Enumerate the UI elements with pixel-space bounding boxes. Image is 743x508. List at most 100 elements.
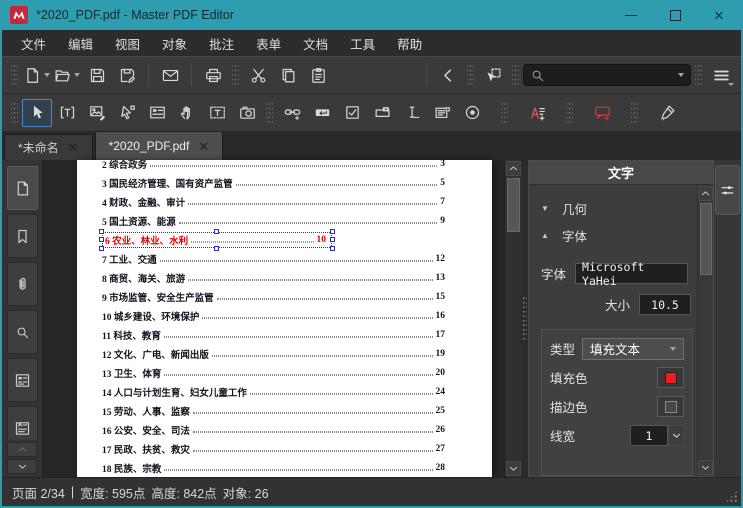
document-tab-1[interactable]: *2020_PDF.pdf ✕ (94, 131, 224, 160)
section-geometry[interactable]: ▼ 几何 (541, 195, 691, 222)
type-dropdown[interactable]: 填充文本 (582, 337, 684, 360)
selection-handle-br[interactable] (330, 245, 335, 251)
save-as-button[interactable] (112, 61, 142, 89)
search-box[interactable] (523, 64, 691, 86)
properties-tab[interactable] (715, 165, 740, 215)
toolbar-grip[interactable] (467, 63, 474, 87)
combo-box-button[interactable] (367, 99, 397, 127)
select-text-button[interactable] (202, 99, 232, 127)
sidebar-bookmark-button[interactable] (6, 214, 38, 258)
sidebar-pages-button[interactable] (6, 166, 38, 210)
font-size-input[interactable]: 10.5 (639, 294, 691, 315)
print-button[interactable] (198, 61, 228, 89)
toolbar-grip[interactable] (566, 100, 573, 125)
text-cursor-button[interactable] (397, 99, 427, 127)
panel-splitter[interactable] (521, 160, 528, 477)
toolbar-grip[interactable] (512, 63, 519, 87)
toc-row[interactable]: 7 工业、交通 12 (77, 249, 492, 268)
sidebar-annotations-button[interactable] (6, 406, 38, 440)
menu-item-2[interactable]: 视图 (104, 30, 151, 56)
toc-row[interactable]: 10 城乡建设、环境保护 16 (77, 306, 492, 325)
cut-button[interactable] (243, 61, 273, 89)
toolbar-grip[interactable] (695, 63, 702, 87)
edit-text-button[interactable] (52, 99, 82, 127)
menu-item-8[interactable]: 帮助 (386, 30, 433, 56)
toc-row[interactable]: 15 劳动、人事、监察 25 (77, 401, 492, 420)
toc-row[interactable]: 3 国民经济管理、国有资产监管 5 (77, 173, 492, 192)
email-button[interactable] (155, 61, 185, 89)
menu-item-7[interactable]: 工具 (339, 30, 386, 56)
selection-handle-bm[interactable] (214, 245, 219, 251)
copy-button[interactable] (273, 61, 303, 89)
snapshot-button[interactable] (232, 99, 262, 127)
toc-row[interactable]: 16 公安、安全、司法 26 (77, 420, 492, 439)
toc-row[interactable]: 11 科技、教育 17 (77, 325, 492, 344)
toc-row[interactable]: 18 民族、宗教 28 (77, 458, 492, 477)
scroll-up-button[interactable] (505, 161, 521, 176)
menu-item-0[interactable]: 文件 (10, 30, 57, 56)
list-box-button[interactable] (427, 99, 457, 127)
add-link-button[interactable] (277, 99, 307, 127)
toc-row[interactable]: 17 民政、扶贫、救灾 27 (77, 439, 492, 458)
maximize-button[interactable] (653, 0, 697, 30)
panel-scroll-up-button[interactable] (698, 186, 713, 201)
selection-handle-mr[interactable] (330, 236, 335, 242)
toolbar-grip[interactable] (501, 100, 508, 125)
toc-row[interactable]: 8 商贸、海关、旅游 13 (77, 268, 492, 287)
panel-scrollbar[interactable] (697, 185, 713, 476)
menu-item-6[interactable]: 文档 (292, 30, 339, 56)
toolbar-grip[interactable] (11, 63, 18, 87)
document-tab-0[interactable]: *未命名 ✕ (4, 134, 93, 160)
toc-row[interactable]: 2 综合政务 3 (77, 160, 492, 173)
selection-handle-ml[interactable] (99, 236, 104, 242)
sidebar-scroll-up-button[interactable] (7, 442, 37, 457)
toc-row[interactable]: 9 市场监管、安全生产监管 15 (77, 287, 492, 306)
toolbar-grip[interactable] (266, 100, 273, 125)
text-annotation-button[interactable] (522, 99, 552, 127)
chevron-down-icon[interactable] (678, 73, 684, 77)
menu-item-5[interactable]: 表单 (245, 30, 292, 56)
tab-close-icon[interactable]: ✕ (68, 141, 79, 154)
sidebar-scroll-down-button[interactable] (7, 459, 37, 474)
edit-path-button[interactable] (112, 99, 142, 127)
scroll-down-button[interactable] (505, 461, 521, 476)
panel-scroll-down-button[interactable] (698, 460, 713, 475)
toc-row[interactable]: 4 财政、金融、审计 7 (77, 192, 492, 211)
hand-button[interactable] (172, 99, 202, 127)
close-button[interactable]: × (697, 0, 741, 30)
line-width-dropdown-button[interactable] (668, 425, 684, 446)
selection-handle-tr[interactable] (330, 228, 335, 234)
menu-item-1[interactable]: 编辑 (57, 30, 104, 56)
save-button[interactable] (82, 61, 112, 89)
edit-forms-button[interactable] (142, 99, 172, 127)
section-font[interactable]: ▲ 字体 (541, 222, 691, 249)
document-scrollbar[interactable] (504, 160, 521, 477)
menu-item-4[interactable]: 批注 (198, 30, 245, 56)
toc-row[interactable]: 14 人口与计划生育、妇女儿童工作 24 (77, 382, 492, 401)
toolbar-grip[interactable] (11, 100, 18, 125)
selection-handle-tl[interactable] (99, 228, 104, 234)
selection-handle-tm[interactable] (214, 228, 219, 234)
back-button[interactable] (433, 61, 463, 89)
selection-handle-bl[interactable] (99, 245, 104, 251)
line-width-input[interactable]: 1 (630, 425, 668, 446)
open-file-button[interactable] (52, 61, 82, 89)
font-name-input[interactable]: Microsoft YaHei (575, 260, 689, 288)
edit-image-button[interactable] (82, 99, 112, 127)
scrollbar-thumb[interactable] (506, 178, 520, 232)
fill-color-button[interactable] (657, 367, 684, 388)
tab-close-icon[interactable]: ✕ (198, 140, 209, 153)
panel-scrollbar-thumb[interactable] (699, 203, 712, 275)
menu-button[interactable] (706, 61, 736, 89)
stroke-color-button[interactable] (657, 396, 684, 417)
selected-text-object[interactable]: 6 农业、林业、水利 10 (99, 228, 335, 251)
search-input[interactable] (545, 67, 675, 83)
toc-row[interactable]: 13 卫生、体育 20 (77, 363, 492, 382)
highlighter-button[interactable] (652, 99, 682, 127)
minimize-button[interactable] (609, 0, 653, 30)
toc-row[interactable]: 12 文化、广电、新闻出版 19 (77, 344, 492, 363)
toc-row[interactable]: 6 农业、林业、水利 10 (77, 228, 492, 251)
sidebar-attachment-button[interactable] (6, 262, 38, 306)
menu-item-3[interactable]: 对象 (151, 30, 198, 56)
sidebar-search-button[interactable] (6, 310, 38, 354)
